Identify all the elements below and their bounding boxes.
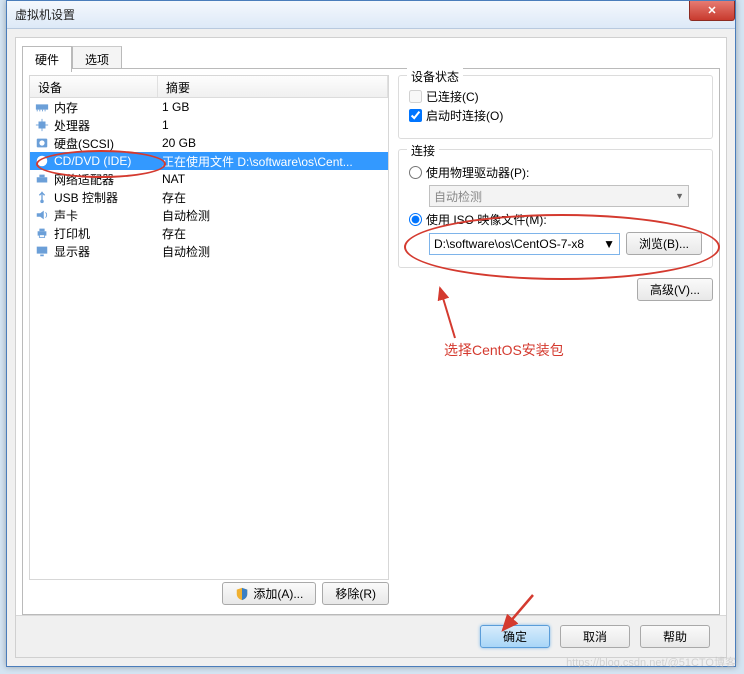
advanced-label: 高级(V)... [650, 281, 700, 298]
connect-at-poweron-checkbox[interactable]: 启动时连接(O) [409, 107, 702, 124]
ok-label: 确定 [503, 628, 527, 645]
cancel-label: 取消 [583, 628, 607, 645]
autodetect-label: 自动检测 [434, 188, 482, 205]
shield-icon [235, 587, 249, 601]
advanced-button[interactable]: 高级(V)... [637, 278, 713, 301]
use-iso-label: 使用 ISO 映像文件(M): [426, 211, 547, 228]
device-name: 处理器 [54, 117, 162, 134]
tab-content: 设备 摘要 内存1 GB处理器1硬盘(SCSI)20 GBCD/DVD (IDE… [22, 68, 720, 615]
body-area: 硬件 选项 设备 摘要 内存1 GB处理器1硬盘(SCSI)20 GBCD/DV… [7, 29, 735, 666]
device-name: USB 控制器 [54, 189, 162, 206]
status-group: 设备状态 已连接(C) 启动时连接(O) [398, 75, 713, 139]
device-name: 内存 [54, 99, 162, 116]
device-row-usb[interactable]: USB 控制器存在 [30, 188, 388, 206]
add-label: 添加(A)... [253, 585, 303, 602]
advanced-row: 高级(V)... [398, 278, 713, 301]
usb-icon [34, 189, 50, 205]
device-summary: 存在 [162, 225, 388, 242]
header-summary[interactable]: 摘要 [158, 76, 388, 97]
close-button[interactable]: ✕ [689, 1, 735, 21]
ok-button[interactable]: 确定 [480, 625, 550, 648]
list-rows: 内存1 GB处理器1硬盘(SCSI)20 GBCD/DVD (IDE)正在使用文… [30, 98, 388, 260]
help-label: 帮助 [663, 628, 687, 645]
device-row-net[interactable]: 网络适配器NAT [30, 170, 388, 188]
connected-label: 已连接(C) [426, 88, 479, 105]
list-header: 设备 摘要 [30, 76, 388, 98]
browse-label: 浏览(B)... [639, 235, 689, 252]
use-physical-input[interactable] [409, 166, 422, 179]
chevron-down-icon: ▼ [603, 237, 615, 251]
close-icon: ✕ [707, 4, 716, 17]
iso-path-text: D:\software\os\CentOS-7-x8 [434, 237, 584, 251]
right-panel: 设备状态 已连接(C) 启动时连接(O) 连接 [398, 75, 713, 608]
device-summary: NAT [162, 172, 388, 186]
iso-line: D:\software\os\CentOS-7-x8 ▼ 浏览(B)... [429, 232, 702, 255]
device-row-memory[interactable]: 内存1 GB [30, 98, 388, 116]
device-row-disk[interactable]: 硬盘(SCSI)20 GB [30, 134, 388, 152]
device-row-cd[interactable]: CD/DVD (IDE)正在使用文件 D:\software\os\Cent..… [30, 152, 388, 170]
device-name: 硬盘(SCSI) [54, 135, 162, 152]
remove-button[interactable]: 移除(R) [322, 582, 389, 605]
disk-icon [34, 135, 50, 151]
device-name: 网络适配器 [54, 171, 162, 188]
device-summary: 自动检测 [162, 207, 388, 224]
cancel-button[interactable]: 取消 [560, 625, 630, 648]
header-device[interactable]: 设备 [30, 76, 158, 97]
printer-icon [34, 225, 50, 241]
memory-icon [34, 99, 50, 115]
device-name: 打印机 [54, 225, 162, 242]
connected-input[interactable] [409, 90, 422, 103]
titlebar: 虚拟机设置 ✕ [7, 1, 735, 29]
dialog-footer: 确定 取消 帮助 [16, 615, 726, 657]
iso-path-combo[interactable]: D:\software\os\CentOS-7-x8 ▼ [429, 233, 620, 255]
use-iso-input[interactable] [409, 213, 422, 226]
watermark: https://blog.csdn.net/@51CTO博客 [566, 654, 736, 670]
use-iso-radio[interactable]: 使用 ISO 映像文件(M): [409, 211, 702, 228]
browse-button[interactable]: 浏览(B)... [626, 232, 702, 255]
device-name: CD/DVD (IDE) [54, 154, 162, 168]
device-summary: 20 GB [162, 136, 388, 150]
add-button[interactable]: 添加(A)... [222, 582, 316, 605]
device-row-cpu[interactable]: 处理器1 [30, 116, 388, 134]
cd-icon [34, 153, 50, 169]
remove-label: 移除(R) [335, 585, 376, 602]
physical-drive-combo: 自动检测 ▼ [429, 185, 689, 207]
cpu-icon [34, 117, 50, 133]
device-summary: 自动检测 [162, 243, 388, 260]
dialog-window: 虚拟机设置 ✕ 硬件 选项 设备 摘要 内存1 GB处理器1硬盘(SCSI)20… [6, 0, 736, 667]
device-summary: 1 [162, 118, 388, 132]
connect-at-poweron-input[interactable] [409, 109, 422, 122]
device-row-printer[interactable]: 打印机存在 [30, 224, 388, 242]
device-row-sound[interactable]: 声卡自动检测 [30, 206, 388, 224]
help-button[interactable]: 帮助 [640, 625, 710, 648]
connection-group-title: 连接 [407, 142, 439, 159]
device-row-display[interactable]: 显示器自动检测 [30, 242, 388, 260]
tab-hardware[interactable]: 硬件 [22, 46, 72, 72]
window-title: 虚拟机设置 [15, 6, 75, 23]
connection-group: 连接 使用物理驱动器(P): 自动检测 ▼ 使用 ISO 映像文件(M): [398, 149, 713, 268]
connect-at-poweron-label: 启动时连接(O) [426, 107, 503, 124]
connected-checkbox[interactable]: 已连接(C) [409, 88, 702, 105]
display-icon [34, 243, 50, 259]
use-physical-label: 使用物理驱动器(P): [426, 164, 529, 181]
chevron-down-icon: ▼ [675, 191, 684, 201]
device-name: 声卡 [54, 207, 162, 224]
net-icon [34, 171, 50, 187]
sound-icon [34, 207, 50, 223]
device-list: 设备 摘要 内存1 GB处理器1硬盘(SCSI)20 GBCD/DVD (IDE… [29, 75, 389, 580]
status-group-title: 设备状态 [407, 68, 463, 85]
device-name: 显示器 [54, 243, 162, 260]
use-physical-radio[interactable]: 使用物理驱动器(P): [409, 164, 702, 181]
left-buttons: 添加(A)... 移除(R) [29, 582, 389, 608]
device-summary: 存在 [162, 189, 388, 206]
inner-frame: 硬件 选项 设备 摘要 内存1 GB处理器1硬盘(SCSI)20 GBCD/DV… [15, 37, 727, 658]
device-summary: 1 GB [162, 100, 388, 114]
device-summary: 正在使用文件 D:\software\os\Cent... [162, 153, 388, 170]
